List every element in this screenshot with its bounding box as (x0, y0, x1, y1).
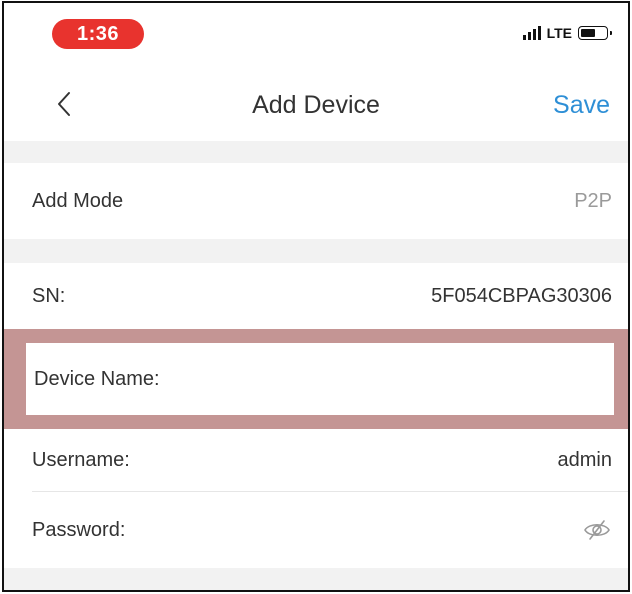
add-mode-label: Add Mode (32, 189, 124, 212)
section-gap (4, 239, 628, 263)
status-time: 1:36 (76, 22, 120, 45)
sn-row: SN: 5F054CBPAG30306 (4, 263, 628, 329)
add-mode-value: P2P (574, 189, 612, 212)
sn-label: SN: (32, 284, 66, 307)
device-name-highlight: Device Name: (4, 329, 628, 429)
device-name-field[interactable]: Device Name: (26, 343, 614, 415)
battery-icon (578, 26, 612, 40)
section-gap (4, 141, 628, 163)
password-row[interactable]: Password: (4, 492, 628, 568)
status-indicators: LTE (522, 25, 612, 41)
page-title: Add Device (252, 91, 380, 119)
eye-slash-icon[interactable] (582, 518, 612, 542)
password-label: Password: (32, 518, 126, 541)
section-gap (4, 568, 628, 590)
time-pill: 1:36 (52, 19, 144, 49)
username-value: admin (557, 448, 612, 471)
username-label: Username: (32, 448, 130, 471)
username-row[interactable]: Username: admin (4, 429, 628, 491)
save-button[interactable]: Save (553, 91, 610, 120)
add-mode-row[interactable]: Add Mode P2P (4, 163, 628, 239)
phone-screen: 1:36 LTE Add Device Save Add Mode P2P SN… (2, 1, 630, 592)
status-bar: 1:36 LTE (4, 3, 628, 63)
signal-icon (522, 26, 541, 40)
device-name-label: Device Name: (34, 367, 160, 390)
network-type: LTE (546, 25, 572, 41)
navigation-bar: Add Device Save (4, 69, 628, 141)
sn-value: 5F054CBPAG30306 (431, 284, 612, 307)
